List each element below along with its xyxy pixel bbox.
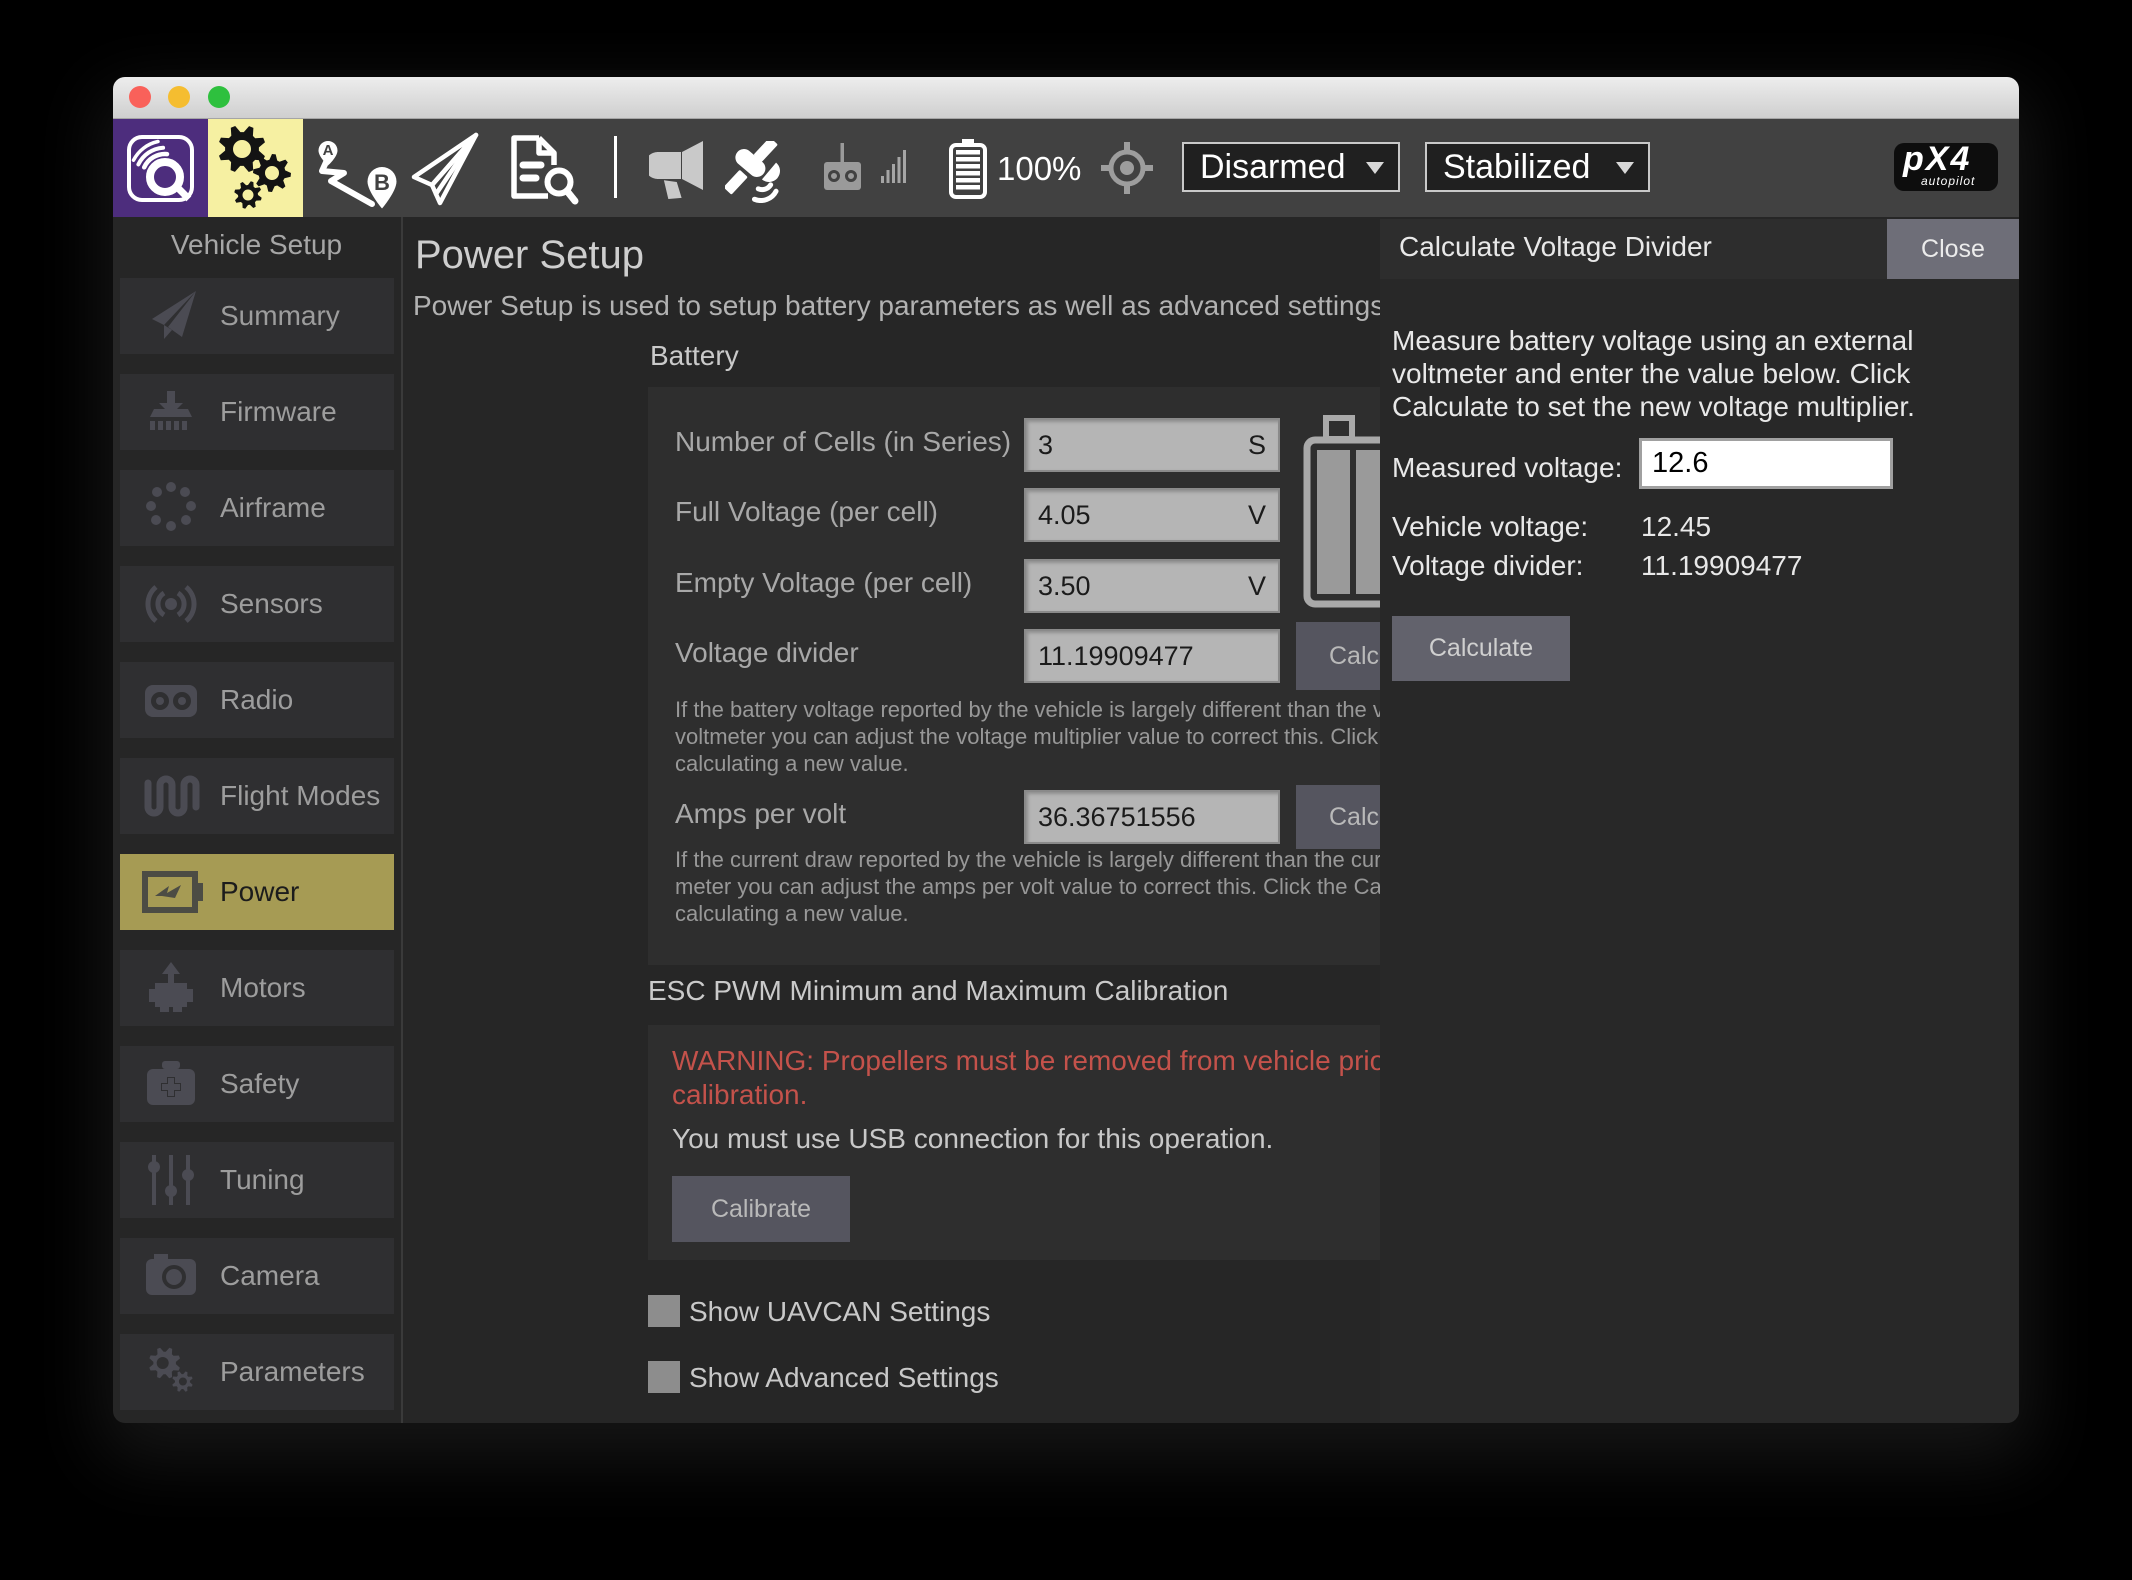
svg-text:A: A (323, 142, 334, 159)
svg-text:B: B (374, 170, 390, 195)
